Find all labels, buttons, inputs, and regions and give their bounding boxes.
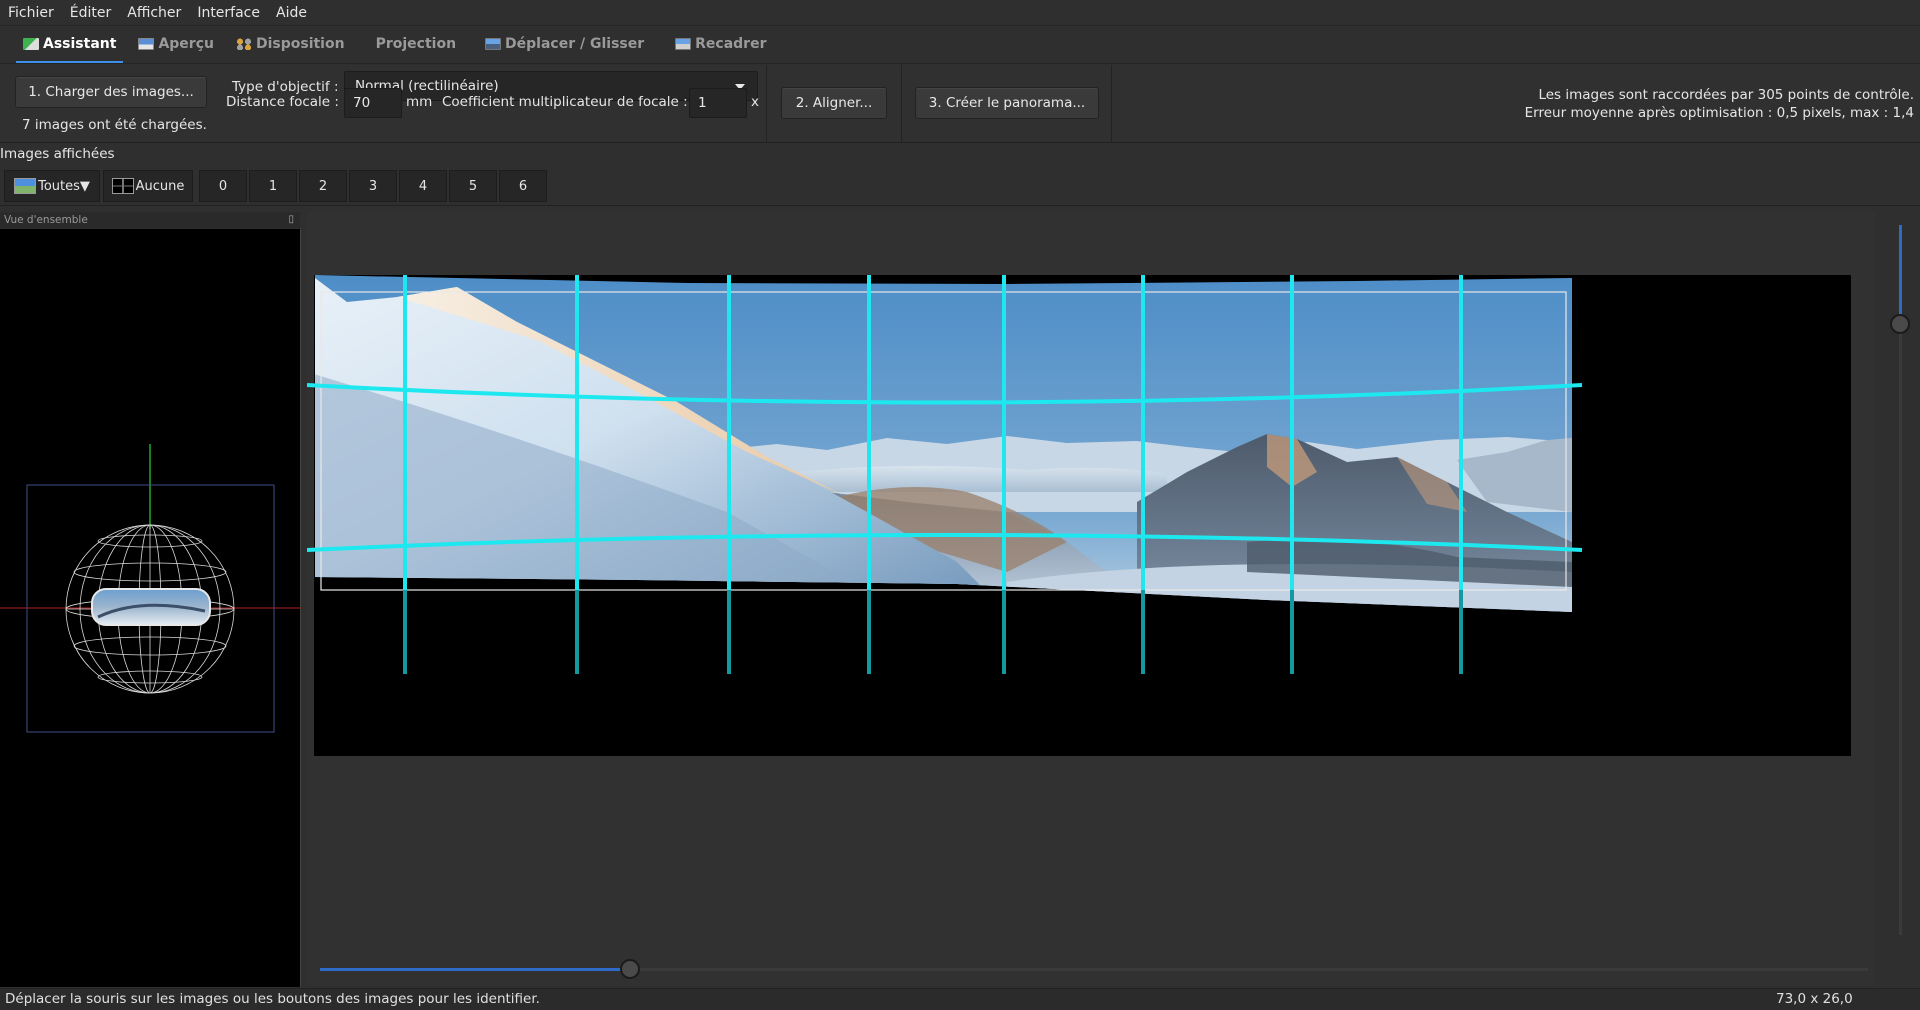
image-toggle-6[interactable]: 6 [499,170,547,202]
tab-label: Disposition [255,36,345,52]
fov-horizontal-slider-fill [320,968,630,971]
status-bar: Déplacer la souris sur les images ou les… [0,988,1920,1010]
undock-icon[interactable]: ▯ [288,212,294,228]
tab-preview[interactable]: Aperçu [127,25,225,63]
crop-factor-input[interactable]: 1 [689,88,747,118]
fov-vertical-slider-fill [1899,225,1902,325]
fov-horizontal-slider-handle[interactable] [620,959,640,979]
fov-readout: 73,0 x 26,0 [1776,991,1853,1007]
separator [901,65,902,143]
assistant-icon [23,38,39,50]
image-toggle-0[interactable]: 0 [199,170,247,202]
optimization-info: Les images sont raccordées par 305 point… [1525,86,1914,122]
overview-sphere [0,444,301,733]
panorama-preview [306,275,1851,756]
tab-layout[interactable]: Disposition [225,25,356,63]
menu-bar: Fichier Éditer Afficher Interface Aide [0,0,1920,26]
tab-bar: Assistant Aperçu Disposition Projection … [0,26,1920,64]
displayed-images-title: Images affichées [0,146,115,162]
focal-length-unit: mm [406,94,433,110]
tab-move-drag[interactable]: Déplacer / Glisser [467,25,655,63]
tab-projection[interactable]: Projection [356,25,467,63]
show-all-button[interactable]: Toutes ▼ [4,170,100,202]
menu-help[interactable]: Aide [268,0,315,26]
tab-label: Recadrer [695,36,767,52]
image-none-icon [111,178,134,194]
image-toggle-3[interactable]: 3 [349,170,397,202]
move-drag-icon [485,38,502,50]
assistant-panel: 1. Charger des images... 7 images ont ét… [0,65,1920,143]
crop-factor-unit: x [751,94,759,110]
menu-file[interactable]: Fichier [0,0,62,26]
status-message: Déplacer la souris sur les images ou les… [5,991,540,1007]
tab-label: Assistant [43,36,117,52]
chevron-down-icon: ▼ [79,178,90,194]
load-images-button[interactable]: 1. Charger des images... [15,76,207,108]
overview-panel[interactable] [0,229,301,987]
crop-icon [675,38,692,50]
preview-icon [138,38,155,50]
tab-assistant[interactable]: Assistant [12,25,127,63]
focal-length-input[interactable]: 70 [344,88,402,118]
image-toggle-4[interactable]: 4 [399,170,447,202]
overview-title: Vue d'ensemble [4,214,88,226]
error-info: Erreur moyenne après optimisation : 0,5 … [1524,105,1914,121]
separator [766,65,767,143]
show-all-label: Toutes [38,178,80,194]
tab-crop[interactable]: Recadrer [655,25,777,63]
crop-factor-label: Coefficient multiplicateur de focale : [442,94,688,110]
focal-length-label: Distance focale : [226,94,339,110]
displayed-images-bar: Toutes ▼ Aucune 0 1 2 3 4 5 6 [0,166,1920,206]
image-toggle-2[interactable]: 2 [299,170,347,202]
preview-canvas[interactable] [306,212,1875,986]
loaded-status: 7 images ont été chargées. [22,117,207,133]
menu-interface[interactable]: Interface [189,0,268,26]
show-none-button[interactable]: Aucune [103,170,193,202]
tab-label: Déplacer / Glisser [505,36,645,52]
fov-vertical-slider-handle[interactable] [1890,314,1910,334]
image-toggle-1[interactable]: 1 [249,170,297,202]
separator [1111,65,1112,143]
show-none-label: Aucune [135,178,185,194]
image-toggle-5[interactable]: 5 [449,170,497,202]
create-panorama-button[interactable]: 3. Créer le panorama... [915,87,1099,119]
menu-view[interactable]: Afficher [119,0,189,26]
control-points-info: Les images sont raccordées par 305 point… [1538,87,1914,103]
menu-edit[interactable]: Éditer [62,0,119,26]
layout-icon [235,38,252,50]
align-button[interactable]: 2. Aligner... [781,87,887,119]
tab-label: Projection [375,36,457,52]
tab-label: Aperçu [158,36,214,52]
lens-type-label: Type d'objectif : [232,79,339,95]
overview-title-bar: Vue d'ensemble ▯ [0,212,300,228]
image-all-icon [14,178,37,194]
